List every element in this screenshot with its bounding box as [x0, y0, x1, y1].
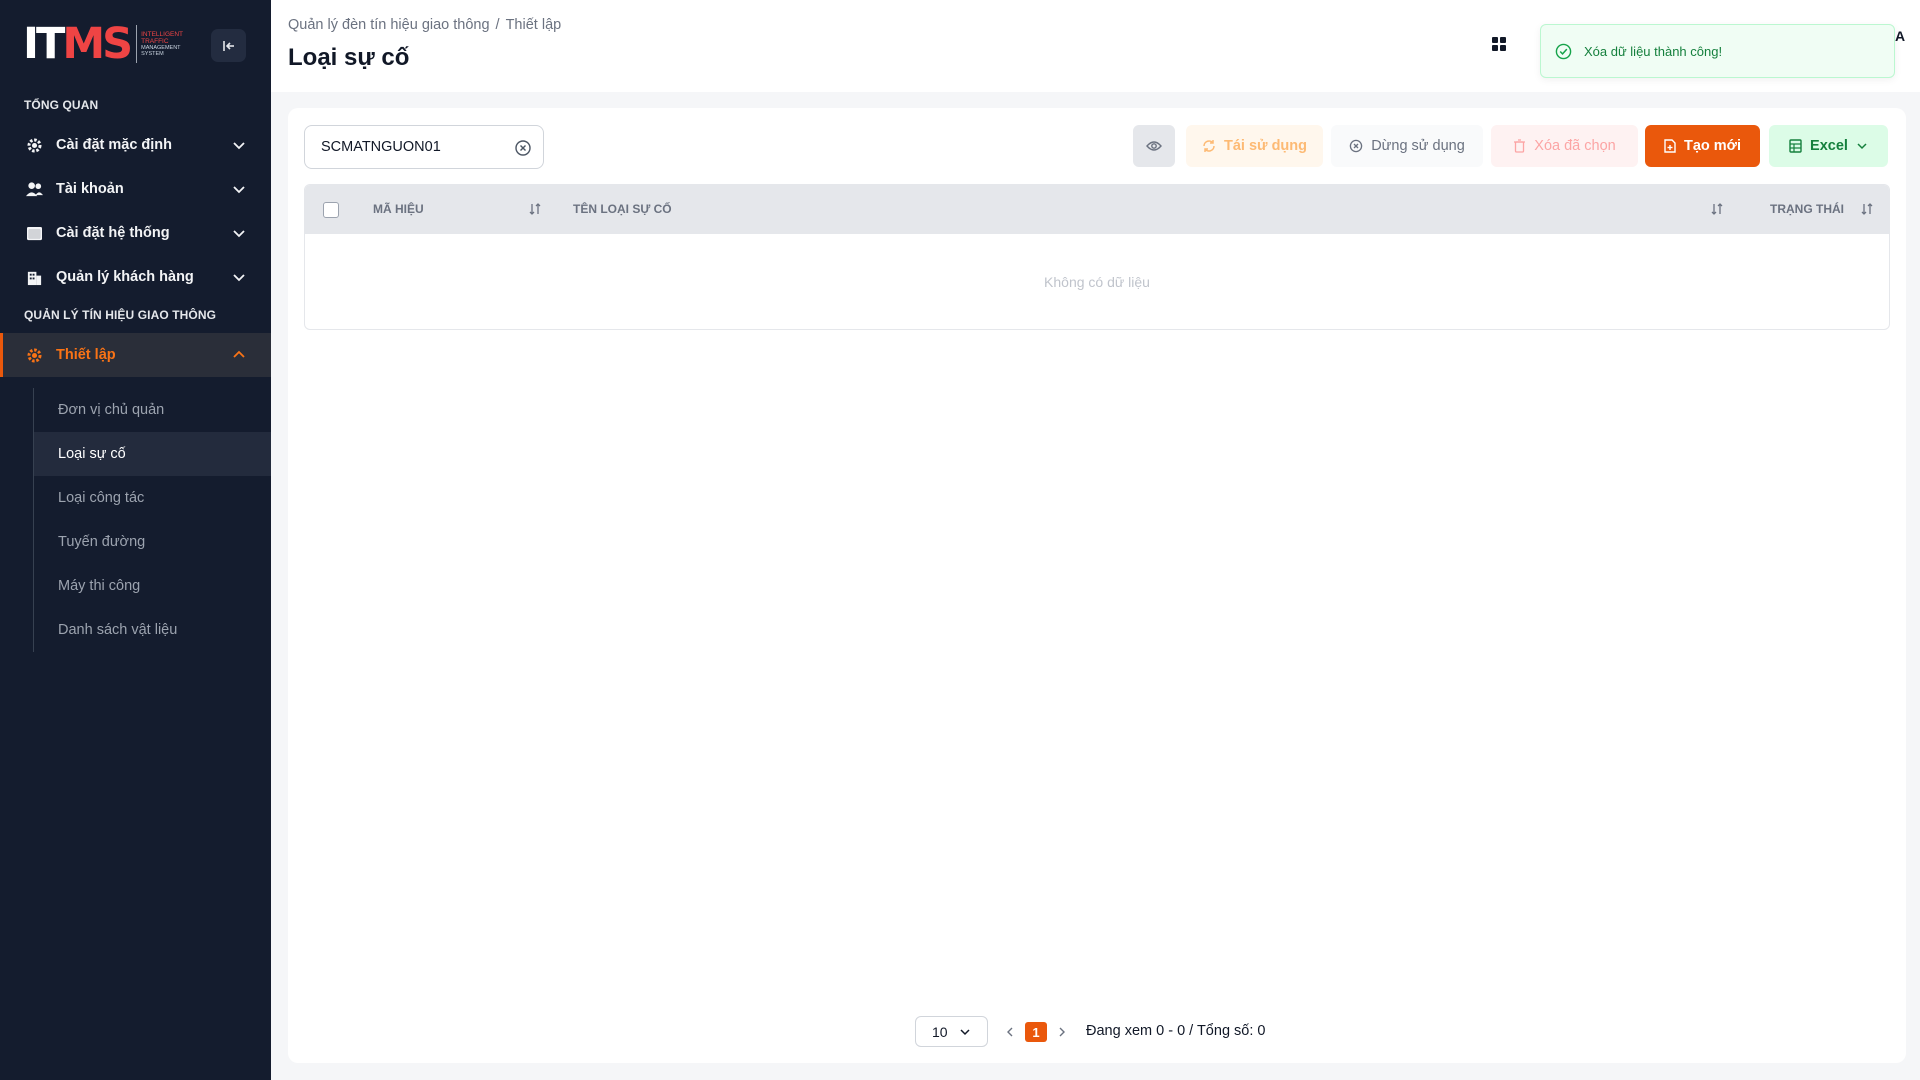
sidebar-item-setup[interactable]: Thiết lập: [0, 333, 271, 377]
success-toast: Xóa dữ liệu thành công!: [1540, 24, 1895, 78]
logo-mark-main: IT: [23, 19, 65, 69]
sidebar-item-accounts[interactable]: Tài khoản: [0, 167, 271, 211]
pagination-info: Đang xem 0 - 0 / Tổng số: 0: [1086, 1023, 1266, 1039]
previous-page-icon[interactable]: [1003, 1024, 1017, 1040]
clear-icon[interactable]: [514, 139, 532, 157]
page-button-current[interactable]: 1: [1025, 1022, 1047, 1042]
sidebar-item-customers[interactable]: Quản lý khách hàng: [0, 255, 271, 299]
building-icon: [24, 267, 44, 287]
trash-icon: [1514, 139, 1526, 153]
eye-icon: [1146, 141, 1162, 151]
users-icon: [24, 179, 44, 199]
chevron-down-icon: [233, 186, 245, 194]
submenu-item-incident-type[interactable]: Loại sự cố: [34, 432, 271, 476]
logo-line-2: TRAFFIC: [141, 38, 169, 45]
sidebar-item-label: Thiết lập: [56, 347, 116, 363]
submenu-item-work-type[interactable]: Loại công tác: [34, 476, 271, 520]
logo-subtitle: INTELLIGENT TRAFFIC MANAGEMENT SYSTEM: [136, 25, 183, 63]
gear-icon: [24, 135, 44, 155]
delete-selected-button[interactable]: Xóa đã chọn: [1491, 125, 1638, 167]
logo: ITMS INTELLIGENT TRAFFIC MANAGEMENT SYST…: [23, 22, 183, 66]
sort-icon[interactable]: [1859, 201, 1875, 217]
x-circle-icon: [1349, 139, 1363, 153]
page-title: Loại sự cố: [288, 44, 410, 71]
breadcrumb-item[interactable]: Thiết lập: [506, 17, 562, 33]
page-size-value: 10: [932, 1023, 948, 1040]
chevron-down-icon: [960, 1029, 970, 1036]
excel-label: Excel: [1810, 138, 1848, 154]
data-table: MÃ HIỆU TÊN LOẠI SỰ CỐ TRẠNG THÁI Không …: [304, 184, 1890, 330]
file-plus-icon: [1664, 139, 1676, 153]
submenu-item-machinery[interactable]: Máy thi công: [34, 564, 271, 608]
reuse-label: Tái sử dụng: [1224, 138, 1307, 154]
next-page-icon[interactable]: [1055, 1024, 1069, 1040]
toast-message: Xóa dữ liệu thành công!: [1584, 43, 1723, 59]
spreadsheet-icon: [1789, 139, 1802, 153]
chevron-down-icon: [233, 274, 245, 282]
sidebar-item-system-settings[interactable]: Cài đặt hệ thống: [0, 211, 271, 255]
sort-icon[interactable]: [1709, 201, 1725, 217]
page-size-select[interactable]: 10: [915, 1016, 988, 1047]
grid-icon: [1492, 37, 1506, 51]
column-header-name: TÊN LOẠI SỰ CỐ: [573, 202, 672, 216]
column-header-code: MÃ HIỆU: [373, 202, 424, 216]
sidebar: ITMS INTELLIGENT TRAFFIC MANAGEMENT SYST…: [0, 0, 271, 1080]
sidebar-item-label: Cài đặt mặc định: [56, 137, 173, 153]
chevron-up-icon: [233, 350, 245, 358]
setup-submenu: Đơn vị chủ quản Loại sự cố Loại công tác…: [33, 388, 271, 652]
create-new-label: Tạo mới: [1683, 138, 1742, 154]
submenu-item-routes[interactable]: Tuyến đường: [34, 520, 271, 564]
reuse-button[interactable]: Tái sử dụng: [1186, 125, 1323, 167]
stop-using-button[interactable]: Dừng sử dụng: [1331, 125, 1483, 167]
create-new-button[interactable]: Tạo mới: [1645, 125, 1760, 167]
submenu-item-materials[interactable]: Danh sách vật liệu: [34, 608, 271, 652]
user-avatar[interactable]: A: [1895, 28, 1905, 44]
search-box: [304, 125, 544, 169]
section-overview-title: TỔNG QUAN: [24, 98, 99, 112]
sidebar-item-default-settings[interactable]: Cài đặt mặc định: [0, 123, 271, 167]
collapse-sidebar-button[interactable]: [211, 29, 246, 62]
chevron-down-icon: [233, 230, 245, 238]
view-button[interactable]: [1133, 125, 1175, 167]
collapse-left-icon: [222, 40, 234, 51]
search-input[interactable]: [321, 139, 511, 155]
breadcrumb: Quản lý đèn tín hiệu giao thông / Thiết …: [288, 17, 561, 33]
delete-selected-label: Xóa đã chọn: [1534, 138, 1616, 154]
sidebar-item-label: Quản lý khách hàng: [56, 269, 194, 285]
section-traffic-title: QUẢN LÝ TÍN HIỆU GIAO THÔNG: [24, 308, 217, 322]
breadcrumb-item[interactable]: Quản lý đèn tín hiệu giao thông: [288, 17, 490, 33]
sort-icon[interactable]: [527, 201, 543, 217]
logo-line-1: INTELLIGENT: [141, 31, 184, 38]
sidebar-item-label: Cài đặt hệ thống: [56, 225, 170, 241]
stop-using-label: Dừng sử dụng: [1371, 138, 1465, 154]
content-card: Tái sử dụng Dừng sử dụng Xóa đã chọn Tạo…: [288, 108, 1906, 1063]
logo-line-4: SYSTEM: [141, 51, 164, 57]
sidebar-item-label: Tài khoản: [56, 181, 124, 197]
refresh-icon: [1203, 140, 1215, 152]
select-all-checkbox[interactable]: [323, 202, 339, 218]
logo-mark-accent: MS: [62, 19, 133, 69]
empty-state-text: Không có dữ liệu: [1044, 274, 1150, 290]
breadcrumb-separator: /: [495, 17, 500, 33]
chevron-down-icon: [233, 142, 245, 150]
submenu-item-managing-unit[interactable]: Đơn vị chủ quản: [34, 388, 271, 432]
chevron-down-icon: [1857, 143, 1867, 150]
gear-icon: [24, 345, 44, 365]
excel-export-button[interactable]: Excel: [1769, 125, 1888, 167]
table-header: MÃ HIỆU TÊN LOẠI SỰ CỐ TRẠNG THÁI: [305, 185, 1889, 234]
column-header-status: TRẠNG THÁI: [1770, 202, 1844, 216]
window-icon: [24, 223, 44, 243]
check-circle-icon: [1555, 43, 1572, 59]
apps-grid-button[interactable]: [1485, 30, 1513, 58]
